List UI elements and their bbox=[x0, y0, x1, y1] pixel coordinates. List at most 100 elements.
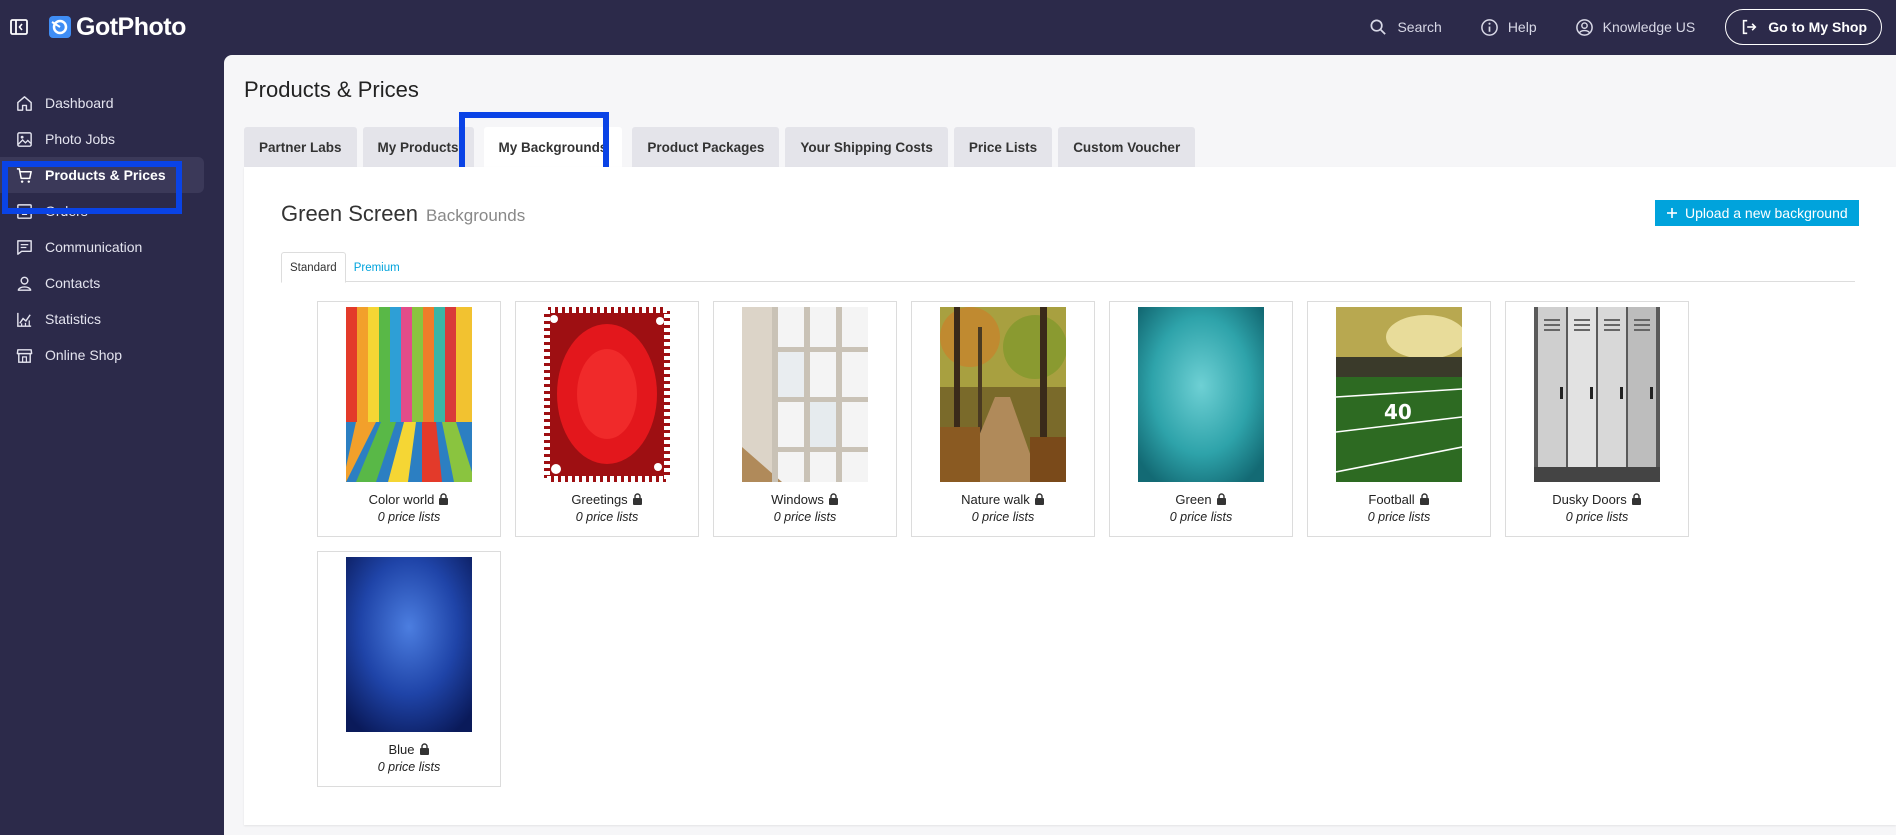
lock-icon bbox=[1419, 493, 1429, 505]
background-name: Windows bbox=[714, 492, 896, 507]
lock-icon bbox=[828, 493, 838, 505]
sidebar-item-label: Contacts bbox=[45, 275, 101, 291]
sidebar-item-label: Dashboard bbox=[45, 95, 114, 111]
message-icon bbox=[17, 239, 32, 255]
sidebar-item-communication[interactable]: Communication bbox=[0, 229, 204, 265]
price-lists-count: 0 price lists bbox=[773, 510, 837, 524]
sidebar-item-label: Online Shop bbox=[45, 347, 123, 363]
app-name: GotPhoto bbox=[76, 12, 186, 41]
lock-icon bbox=[1216, 493, 1226, 505]
tab-my-backgrounds[interactable]: My Backgrounds bbox=[483, 127, 623, 167]
sidebar-item-label: Statistics bbox=[45, 311, 102, 327]
exit-icon bbox=[1743, 19, 1757, 35]
sidebar: Dashboard Photo Jobs Products & Prices O… bbox=[0, 55, 224, 835]
top-bar: GotPhoto Search Help Knowledge US Go to … bbox=[0, 0, 1896, 55]
page-title: Products & Prices bbox=[244, 77, 419, 102]
user-circle-icon bbox=[1575, 18, 1593, 36]
tab-my-products[interactable]: My Products bbox=[362, 127, 474, 167]
tab-bar: Partner Labs My Products My Backgrounds … bbox=[244, 127, 1196, 167]
sidebar-toggle-icon[interactable] bbox=[9, 17, 29, 37]
background-card[interactable]: Color world 0 price lists bbox=[317, 301, 501, 537]
account-label: Knowledge US bbox=[1602, 19, 1696, 35]
sidebar-item-label: Communication bbox=[45, 239, 143, 255]
background-thumbnail[interactable] bbox=[742, 307, 868, 482]
sidebar-item-statistics[interactable]: Statistics bbox=[0, 301, 204, 337]
background-name: Nature walk bbox=[912, 492, 1094, 507]
background-card[interactable]: Dusky Doors 0 price lists bbox=[1505, 301, 1689, 537]
background-thumbnail[interactable] bbox=[1138, 307, 1264, 482]
search-icon bbox=[1370, 19, 1387, 35]
tab-partner-labs[interactable]: Partner Labs bbox=[244, 127, 357, 167]
price-lists-count: 0 price lists bbox=[575, 510, 639, 524]
sidebar-item-dashboard[interactable]: Dashboard bbox=[0, 85, 204, 121]
price-lists-count: 0 price lists bbox=[377, 510, 441, 524]
background-name: Green bbox=[1110, 492, 1292, 507]
background-thumbnail[interactable] bbox=[346, 307, 472, 482]
background-card[interactable]: Greetings 0 price lists bbox=[515, 301, 699, 537]
go-to-shop-label: Go to My Shop bbox=[1768, 19, 1867, 35]
background-thumbnail[interactable] bbox=[544, 307, 670, 482]
cart-icon bbox=[16, 167, 32, 183]
lock-icon bbox=[439, 493, 449, 505]
background-name: Blue bbox=[318, 742, 500, 757]
tab-shipping-costs[interactable]: Your Shipping Costs bbox=[785, 127, 948, 167]
background-thumbnail[interactable]: 40 bbox=[1336, 307, 1462, 482]
chart-icon bbox=[17, 312, 32, 327]
section-title-sub: Backgrounds bbox=[425, 206, 526, 225]
home-icon bbox=[17, 95, 32, 111]
background-thumbnail[interactable] bbox=[940, 307, 1066, 482]
price-lists-count: 0 price lists bbox=[971, 510, 1035, 524]
main-content: Products & Prices Partner Labs My Produc… bbox=[224, 55, 1896, 835]
sidebar-item-contacts[interactable]: Contacts bbox=[0, 265, 204, 301]
inbox-icon bbox=[17, 203, 32, 219]
lock-icon bbox=[1631, 493, 1641, 505]
account-menu[interactable]: Knowledge US bbox=[1575, 18, 1696, 37]
background-name: Greetings bbox=[516, 492, 698, 507]
background-card[interactable]: Green 0 price lists bbox=[1109, 301, 1293, 537]
sidebar-item-label: Products & Prices bbox=[45, 167, 166, 183]
price-lists-count: 0 price lists bbox=[1169, 510, 1233, 524]
person-icon bbox=[17, 276, 32, 291]
background-card[interactable]: 40 Football 0 price lists bbox=[1307, 301, 1491, 537]
upload-background-button[interactable]: Upload a new background bbox=[1655, 200, 1859, 226]
tab-product-packages[interactable]: Product Packages bbox=[632, 127, 780, 167]
lock-icon bbox=[1034, 493, 1044, 505]
sidebar-item-orders[interactable]: Orders bbox=[0, 193, 204, 229]
app-logo[interactable]: GotPhoto bbox=[48, 12, 186, 42]
sidebar-item-products-prices[interactable]: Products & Prices bbox=[0, 157, 204, 193]
lock-icon bbox=[419, 743, 429, 755]
tab-price-lists[interactable]: Price Lists bbox=[953, 127, 1053, 167]
price-lists-count: 0 price lists bbox=[377, 760, 441, 774]
sidebar-item-photo-jobs[interactable]: Photo Jobs bbox=[0, 121, 204, 157]
sidebar-item-label: Orders bbox=[45, 203, 88, 219]
price-lists-count: 0 price lists bbox=[1367, 510, 1431, 524]
sidebar-item-online-shop[interactable]: Online Shop bbox=[0, 337, 204, 373]
plus-icon bbox=[1667, 208, 1677, 218]
subtab-premium[interactable]: Premium bbox=[346, 252, 408, 283]
help-button[interactable]: Help bbox=[1480, 18, 1537, 37]
subtab-standard[interactable]: Standard bbox=[281, 252, 346, 283]
store-icon bbox=[16, 348, 33, 363]
search-button[interactable]: Search bbox=[1369, 18, 1442, 37]
go-to-shop-button[interactable]: Go to My Shop bbox=[1725, 9, 1882, 45]
svg-text:40: 40 bbox=[1384, 400, 1412, 424]
price-lists-count: 0 price lists bbox=[1565, 510, 1629, 524]
section-title: Green Screen Backgrounds bbox=[281, 201, 525, 227]
subtab-bar: Standard Premium bbox=[281, 252, 1855, 283]
background-name: Dusky Doors bbox=[1506, 492, 1688, 507]
background-card[interactable]: Blue 0 price lists bbox=[317, 551, 501, 787]
lock-icon bbox=[632, 493, 642, 505]
background-card[interactable]: Windows 0 price lists bbox=[713, 301, 897, 537]
section-title-main: Green Screen bbox=[281, 201, 418, 226]
help-label: Help bbox=[1507, 19, 1537, 35]
background-thumbnail[interactable] bbox=[1534, 307, 1660, 482]
upload-background-label: Upload a new background bbox=[1685, 205, 1848, 221]
info-icon bbox=[1480, 18, 1498, 36]
backgrounds-panel: Green Screen Backgrounds Upload a new ba… bbox=[244, 167, 1896, 825]
background-name: Football bbox=[1308, 492, 1490, 507]
tab-custom-voucher[interactable]: Custom Voucher bbox=[1058, 127, 1196, 167]
background-name: Color world bbox=[318, 492, 500, 507]
image-icon bbox=[17, 131, 32, 147]
background-card[interactable]: Nature walk 0 price lists bbox=[911, 301, 1095, 537]
background-thumbnail[interactable] bbox=[346, 557, 472, 732]
